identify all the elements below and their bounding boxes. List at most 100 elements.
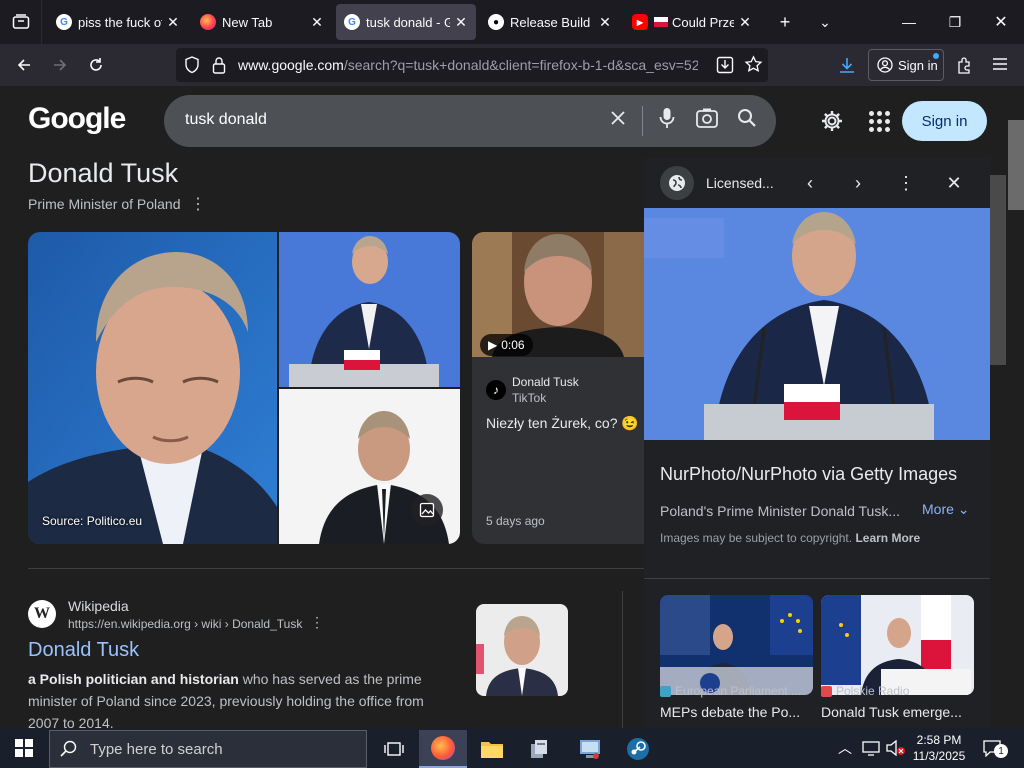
tab-overflow-button[interactable]: ⌄ xyxy=(808,4,842,40)
chevron-right-icon: › xyxy=(855,172,861,193)
more-button[interactable]: More ⌄ xyxy=(922,501,970,518)
hamburger-menu-icon[interactable] xyxy=(992,57,1008,71)
related-title[interactable]: MEPs debate the Po... xyxy=(660,704,810,720)
google-sign-in-button[interactable]: Sign in xyxy=(902,101,987,141)
taskbar-firefox[interactable] xyxy=(419,730,467,768)
lens-search-icon[interactable] xyxy=(695,106,719,130)
browser-tab-active[interactable]: G tusk donald - Go ✕ xyxy=(336,4,476,40)
screen: G piss the fuck off ✕ New Tab ✕ G tusk d… xyxy=(0,0,1024,768)
google-icon: G xyxy=(344,14,360,30)
related-source: European Parliament ... xyxy=(660,684,801,698)
url-text[interactable]: www.google.com/search?q=tusk+donald&clie… xyxy=(238,57,698,73)
panel-more-options-button[interactable]: ⋮ xyxy=(893,170,919,196)
forward-button[interactable] xyxy=(44,49,76,81)
settings-gear-icon[interactable] xyxy=(819,108,845,134)
section-divider xyxy=(28,568,644,569)
network-status[interactable] xyxy=(862,736,880,760)
related-title[interactable]: Donald Tusk emerge... xyxy=(821,704,981,720)
volume-control[interactable] xyxy=(886,736,906,760)
action-center-button[interactable]: 1 xyxy=(982,736,1008,760)
close-tab-icon[interactable]: ✕ xyxy=(310,14,324,31)
image-search-icon[interactable] xyxy=(411,494,443,526)
start-button[interactable] xyxy=(0,728,48,768)
google-logo[interactable]: Google xyxy=(28,102,126,136)
panel-scrollbar-thumb[interactable] xyxy=(990,175,1006,365)
tab-title: New Tab xyxy=(222,14,273,30)
search-input[interactable]: tusk donald xyxy=(185,111,267,129)
learn-more-link[interactable]: Learn More xyxy=(855,531,920,545)
close-tab-icon[interactable]: ✕ xyxy=(738,14,752,31)
page-scrollbar-thumb[interactable] xyxy=(1008,120,1024,210)
tab-title: piss the fuck off xyxy=(78,14,162,30)
browser-tab[interactable]: ▶ Could Przem ✕ xyxy=(624,4,760,40)
close-window-button[interactable]: ✕ xyxy=(984,4,1018,40)
globe-icon[interactable] xyxy=(660,166,694,200)
related-photo-radio xyxy=(821,595,974,695)
new-tab-button[interactable]: + xyxy=(768,4,802,40)
chevron-up-icon: ︿ xyxy=(838,740,852,756)
result-site-name[interactable]: Wikipedia xyxy=(68,598,129,614)
taskbar-app[interactable] xyxy=(566,730,614,768)
image-credit[interactable]: NurPhoto/NurPhoto via Getty Images xyxy=(660,464,957,485)
taskbar-app[interactable] xyxy=(516,730,564,768)
close-tab-icon[interactable]: ✕ xyxy=(166,14,180,31)
next-image-button[interactable]: › xyxy=(845,170,871,196)
clear-search-icon[interactable] xyxy=(606,106,630,130)
site-favicon-icon xyxy=(821,685,832,697)
network-icon xyxy=(862,741,880,756)
voice-search-icon[interactable] xyxy=(655,106,679,130)
related-image[interactable] xyxy=(660,595,813,695)
show-hidden-icons-button[interactable]: ︿ xyxy=(838,736,852,760)
result-url[interactable]: https://en.wikipedia.org › wiki › Donald… xyxy=(68,617,302,631)
preview-photo xyxy=(644,208,990,440)
video-platform: TikTok xyxy=(512,391,547,405)
image-result-main[interactable]: Source: Politico.eu xyxy=(28,232,277,544)
restore-button[interactable]: ❐ xyxy=(938,4,972,40)
more-vert-icon: ⋮ xyxy=(897,172,915,193)
reload-button[interactable] xyxy=(80,49,112,81)
image-result-podium[interactable] xyxy=(279,232,460,387)
task-view-button[interactable] xyxy=(370,730,418,768)
search-icon[interactable] xyxy=(735,106,759,130)
list-all-tabs-button[interactable] xyxy=(0,0,42,44)
back-button[interactable] xyxy=(8,49,40,81)
tracking-protection-shield-icon[interactable] xyxy=(184,56,200,74)
related-image[interactable] xyxy=(821,595,974,695)
result-title-link[interactable]: Donald Tusk xyxy=(28,639,139,662)
browser-tab[interactable]: New Tab ✕ xyxy=(192,4,332,40)
steam-icon xyxy=(627,738,649,760)
chevron-down-icon: ⌄ xyxy=(819,13,831,30)
browser-tab[interactable]: G piss the fuck off ✕ xyxy=(48,4,188,40)
browser-tab[interactable]: ● Release Build 11 ✕ xyxy=(480,4,620,40)
system-clock[interactable]: 2:58 PM 11/3/2025 xyxy=(910,732,968,764)
poland-flag-icon xyxy=(654,17,668,27)
previous-image-button[interactable]: ‹ xyxy=(797,170,823,196)
lock-icon[interactable] xyxy=(212,56,226,74)
page-save-icon[interactable] xyxy=(716,56,734,74)
column-divider xyxy=(622,591,623,728)
taskbar-file-explorer[interactable] xyxy=(468,730,516,768)
plus-icon: + xyxy=(779,11,791,32)
close-tab-icon[interactable]: ✕ xyxy=(454,14,468,31)
google-apps-grid-icon[interactable] xyxy=(866,108,892,134)
preview-image[interactable] xyxy=(644,208,990,440)
portrait-photo xyxy=(28,232,277,544)
image-description[interactable]: Poland's Prime Minister Donald Tusk... xyxy=(660,503,910,519)
taskbar-steam[interactable] xyxy=(614,730,662,768)
taskbar-search-box[interactable]: Type here to search xyxy=(49,730,367,768)
license-label[interactable]: Licensed... xyxy=(706,175,774,191)
result-more-icon[interactable]: ⋮ xyxy=(310,614,324,631)
result-thumbnail[interactable] xyxy=(476,604,568,696)
video-caption[interactable]: Niezły ten Żurek, co? 😉 xyxy=(486,415,639,432)
extensions-icon[interactable] xyxy=(956,56,974,74)
more-options-icon[interactable]: ⋮ xyxy=(190,194,206,213)
result-snippet: a Polish politician and historian who ha… xyxy=(28,668,438,728)
close-panel-button[interactable]: ✕ xyxy=(941,170,967,196)
image-result-suit[interactable] xyxy=(279,389,460,544)
bookmark-star-icon[interactable] xyxy=(744,55,763,74)
tab-list-icon xyxy=(12,14,29,29)
account-sign-in-button[interactable]: Sign in xyxy=(868,49,944,81)
downloads-icon[interactable] xyxy=(838,56,856,74)
close-tab-icon[interactable]: ✕ xyxy=(598,14,612,31)
minimize-button[interactable]: — xyxy=(892,4,926,40)
